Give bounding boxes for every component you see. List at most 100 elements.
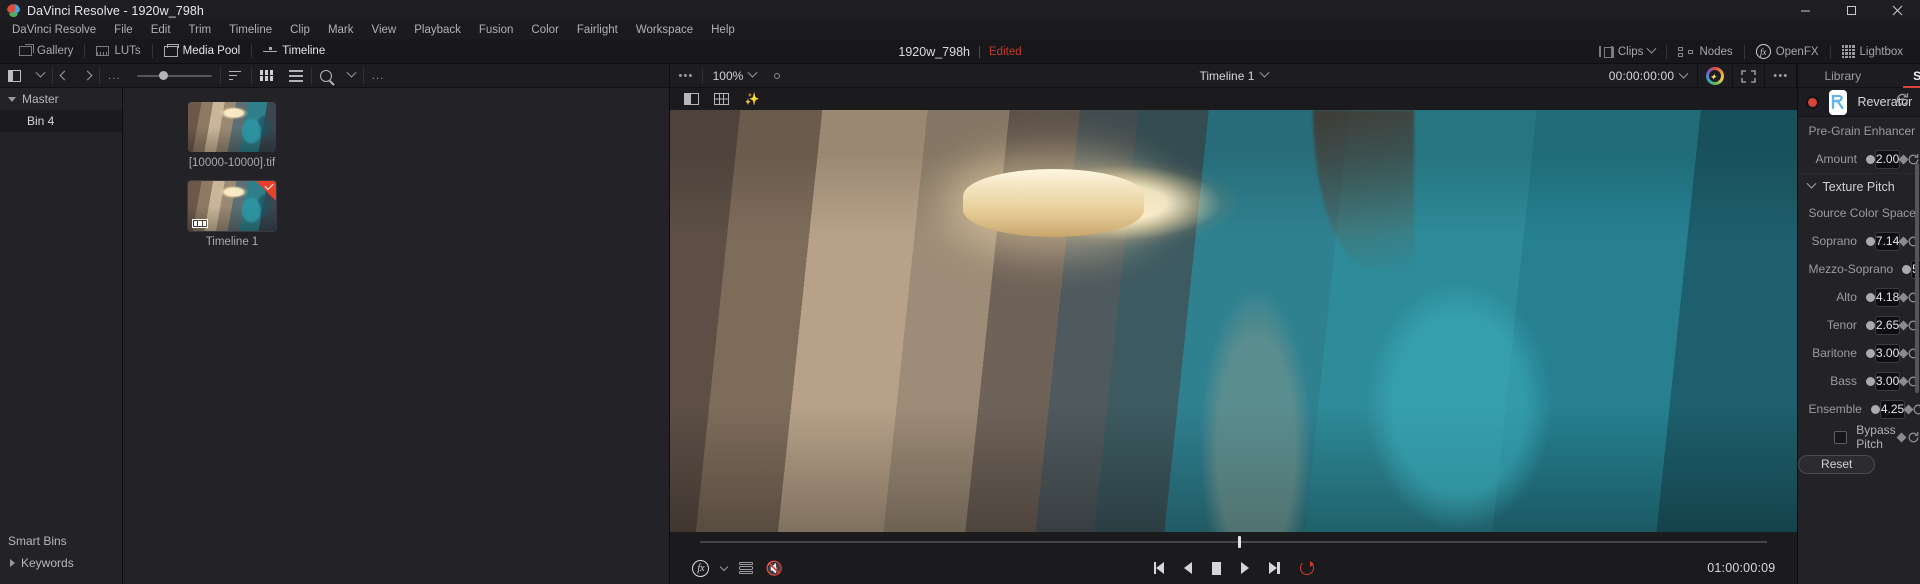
jump-to-start-button[interactable] [1154,562,1165,574]
soprano-value-field[interactable]: 7.14 [1874,231,1901,251]
keyframe-button[interactable] [1903,404,1914,414]
clip-thumbnail[interactable] [187,180,277,232]
clips-button[interactable]: Clips [1588,39,1667,64]
inspector-parameters[interactable]: Pre-Grain Enhancer Texture & Details [1798,117,1920,584]
grid-overlay-icon[interactable] [714,93,730,105]
media-pool-button[interactable]: Media Pool [153,39,252,64]
lightbox-button[interactable]: Lightbox [1831,39,1914,64]
keyframe-button[interactable] [1898,236,1909,246]
reset-all-icon[interactable] [1895,92,1910,112]
alto-value-field[interactable]: 4.18 [1874,287,1901,307]
playhead[interactable] [1238,536,1242,548]
menu-fairlight[interactable]: Fairlight [568,21,627,39]
scrubber-track[interactable] [700,541,1768,543]
disclosure-triangle-icon[interactable] [10,559,15,567]
ensemble-value-field[interactable]: 4.25 [1879,399,1906,419]
layers-icon[interactable] [739,561,754,575]
keyframe-button[interactable] [1898,320,1909,330]
list-view-button[interactable] [281,64,311,88]
menu-view[interactable]: View [363,21,406,39]
effect-enable-toggle[interactable] [1806,95,1820,109]
minimize-button[interactable] [1782,0,1828,21]
fit-to-window-button[interactable] [766,64,788,88]
menu-file[interactable]: File [105,21,142,39]
maximize-button[interactable] [1828,0,1874,21]
mute-audio-icon[interactable]: 🔇 [765,561,782,575]
clip-thumbnail[interactable] [188,102,276,152]
reset-param-button[interactable] [1907,431,1920,444]
menu-edit[interactable]: Edit [142,21,180,39]
media-pool-more-button[interactable]: ... [364,64,393,88]
bass-value-field[interactable]: 3.00 [1874,371,1901,391]
baritone-value-field[interactable]: 3.00 [1874,343,1901,363]
viewer-scrubber[interactable] [670,532,1798,552]
search-button[interactable] [312,64,340,88]
amount-value-field[interactable]: 2.00 [1874,149,1901,169]
back-button[interactable] [53,64,76,88]
bin-view-options-button[interactable] [29,64,52,88]
split-view-icon[interactable] [684,93,700,105]
fullscreen-button[interactable] [1733,64,1764,88]
menu-trim[interactable]: Trim [180,21,221,39]
stop-button[interactable] [1212,561,1222,575]
slider-knob[interactable] [1865,320,1875,330]
menu-workspace[interactable]: Workspace [627,21,702,39]
sort-order-button[interactable] [221,64,251,88]
thumbnail-size-slider[interactable] [129,64,220,88]
close-button[interactable] [1874,0,1920,21]
menu-help[interactable]: Help [702,21,744,39]
jump-to-end-button[interactable] [1269,562,1280,574]
magic-mask-icon[interactable]: ✨ [744,92,759,106]
forward-button[interactable] [76,64,99,88]
luts-button[interactable]: LUTs [85,39,151,64]
disclosure-triangle-icon[interactable] [8,96,16,102]
slider-knob[interactable] [1902,264,1912,274]
enhance-button[interactable]: ✦ [1698,64,1732,88]
timeline-button[interactable]: Timeline [252,39,336,64]
keyframe-button[interactable] [1896,432,1907,442]
tab-settings[interactable]: Settings [1887,64,1920,88]
menu-mark[interactable]: Mark [319,21,363,39]
menu-clip[interactable]: Clip [281,21,319,39]
slider-knob[interactable] [1865,154,1875,164]
menu-fusion[interactable]: Fusion [470,21,523,39]
bin-item-bin-4[interactable]: Bin 4 [0,110,122,132]
zoom-level-dropdown[interactable]: 100% [703,64,767,88]
chevron-down-icon[interactable] [1807,178,1817,189]
media-pool-options-button[interactable]: ... [100,64,129,88]
menu-timeline[interactable]: Timeline [220,21,281,39]
section-texture-pitch[interactable]: Texture Pitch [1798,173,1920,199]
nodes-button[interactable]: Nodes [1667,39,1743,64]
slider-knob[interactable] [158,71,168,80]
keyframe-button[interactable] [1898,154,1909,164]
search-options-button[interactable] [340,64,363,88]
menu-playback[interactable]: Playback [405,21,470,39]
keyframe-button[interactable] [1898,348,1909,358]
keyframe-button[interactable] [1898,376,1909,386]
smart-bin-keywords[interactable]: Keywords [0,552,122,574]
media-pool-item-still[interactable]: [10000-10000].tif [188,102,276,169]
keyframe-button[interactable] [1898,292,1909,302]
inspector-scrollbar[interactable] [1915,163,1919,393]
viewer-image[interactable] [670,110,1798,532]
play-forward-button[interactable] [1241,562,1250,574]
menu-color[interactable]: Color [522,21,567,39]
loop-button[interactable] [1299,561,1314,575]
bypass-pitch-checkbox[interactable] [1834,430,1848,444]
zoom-slider[interactable] [136,69,212,83]
play-reverse-button[interactable] [1184,562,1193,574]
toggle-bin-list-button[interactable] [0,64,29,88]
slider-knob[interactable] [1865,376,1875,386]
thumbnail-view-button[interactable] [252,64,281,88]
tenor-value-field[interactable]: 2.65 [1874,315,1901,335]
bin-master[interactable]: Master [0,88,122,110]
media-pool-item-timeline[interactable]: Timeline 1 [187,180,277,248]
tab-library[interactable]: Library [1798,64,1887,88]
timecode-in-field[interactable]: 00:00:00:00 [1599,68,1698,83]
openfx-button[interactable]: fx OpenFX [1745,39,1830,64]
reset-button[interactable]: Reset [1798,454,1875,474]
viewer-options-button[interactable]: ••• [670,64,701,88]
slider-knob[interactable] [1870,404,1880,414]
slider-knob[interactable] [1865,348,1875,358]
fx-icon[interactable]: fx [692,559,710,577]
